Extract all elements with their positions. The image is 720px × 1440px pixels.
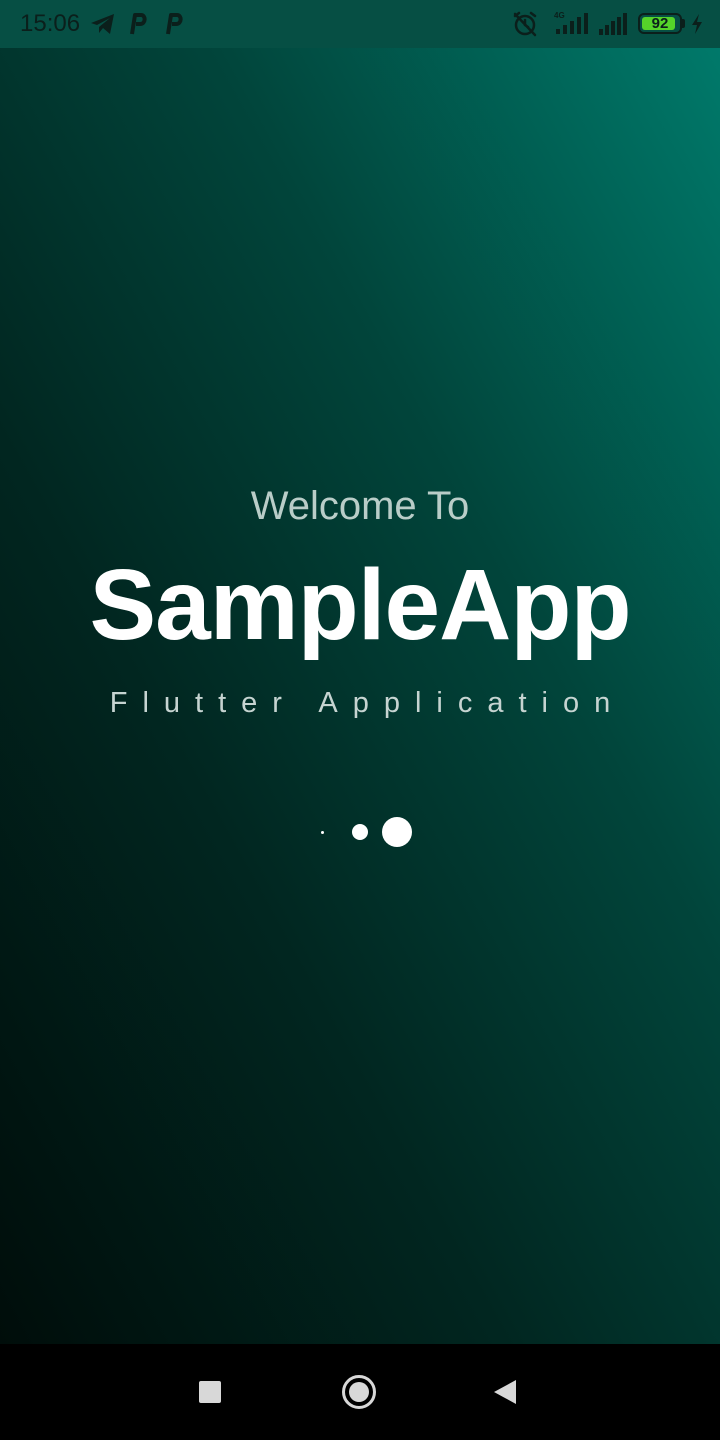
app-title: SampleApp	[89, 549, 631, 661]
parking-icon	[164, 12, 184, 41]
alarm-off-icon	[512, 11, 538, 42]
signal-4g-icon: 4G	[552, 10, 590, 41]
splash-screen: Welcome To SampleApp Flutter Application	[0, 48, 720, 1344]
app-subtitle: Flutter Application	[109, 687, 626, 719]
screen: 15:06 4G 92 Welcome To SampleApp Flutter…	[0, 0, 720, 1440]
charging-icon	[690, 13, 704, 40]
recent-apps-button[interactable]	[199, 1381, 221, 1403]
loader-dot	[382, 817, 412, 847]
battery-icon: 92	[638, 13, 682, 34]
welcome-text: Welcome To	[250, 484, 470, 528]
navigation-bar	[0, 1344, 720, 1440]
home-button[interactable]	[342, 1375, 376, 1409]
signal-icon	[598, 12, 628, 41]
telegram-icon	[90, 13, 116, 40]
battery-tip	[682, 19, 685, 28]
network-label: 4G	[554, 11, 565, 20]
battery-level: 92	[651, 15, 669, 32]
loader-dot	[352, 824, 368, 840]
home-icon	[349, 1382, 369, 1402]
status-bar: 15:06 4G 92	[0, 0, 720, 48]
back-button[interactable]	[494, 1380, 516, 1404]
parking-icon	[128, 12, 148, 41]
loader-dot	[321, 831, 324, 834]
status-time: 15:06	[20, 10, 81, 37]
